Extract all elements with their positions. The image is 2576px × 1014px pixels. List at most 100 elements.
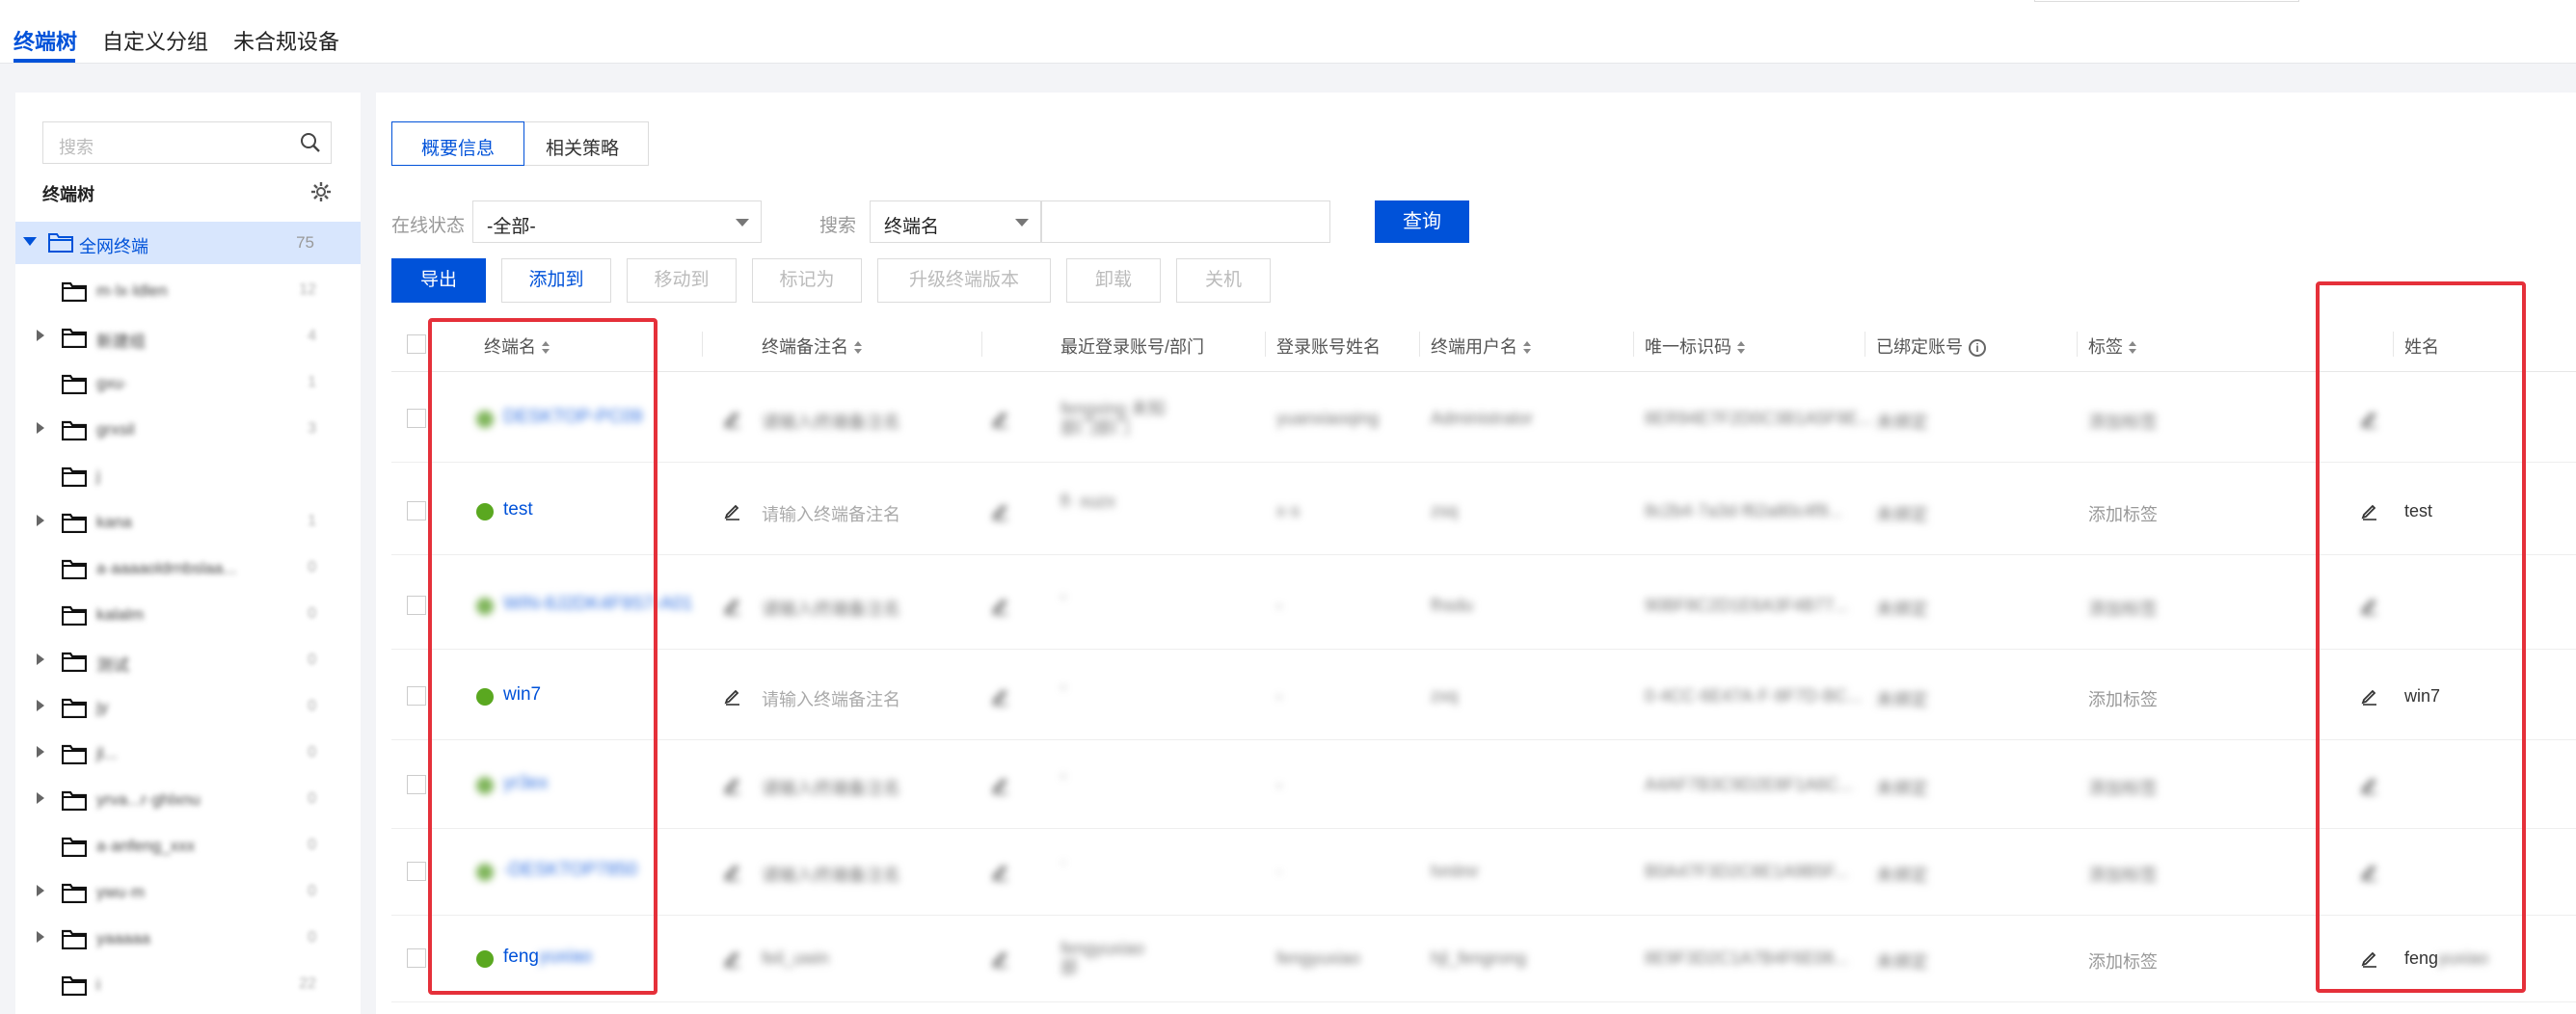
edit-icon[interactable] — [723, 862, 742, 881]
mark-as-button[interactable]: 标记为 — [752, 258, 862, 303]
row-checkbox[interactable] — [407, 862, 426, 881]
add-tag-link[interactable]: 添加标签 — [2088, 948, 2158, 974]
tree-item[interactable]: 新建组 4 — [15, 314, 361, 360]
edit-icon[interactable] — [723, 501, 742, 520]
shutdown-button[interactable]: 关机 — [1176, 258, 1271, 303]
edit-icon[interactable] — [723, 686, 742, 706]
tree-item[interactable]: yaaaaa 0 — [15, 916, 361, 962]
caret-right-icon[interactable] — [37, 792, 44, 804]
tree-item[interactable]: kana 1 — [15, 499, 361, 546]
edit-icon[interactable] — [723, 775, 742, 794]
caret-down-icon[interactable] — [23, 237, 37, 246]
edit-icon[interactable] — [991, 775, 1010, 794]
tab-noncompliant-devices[interactable]: 未合规设备 — [233, 25, 339, 56]
col-separator — [981, 332, 982, 357]
tree-item[interactable]: ywu·m 0 — [15, 869, 361, 916]
edit-icon[interactable] — [991, 686, 1010, 706]
search-input[interactable] — [1041, 200, 1330, 243]
tree-item-count: 0 — [308, 698, 316, 714]
subtab-overview[interactable]: 概要信息 — [391, 121, 525, 166]
select-all-checkbox[interactable] — [407, 334, 426, 354]
add-tag-link[interactable]: 添加标签 — [2088, 409, 2158, 434]
move-to-button[interactable]: 移动到 — [627, 258, 737, 303]
add-tag-link[interactable]: 添加标签 — [2088, 596, 2158, 621]
login-account-name: yuanxiaoqing — [1276, 409, 1380, 428]
gear-icon[interactable] — [310, 181, 332, 202]
tree-root-count: 75 — [296, 233, 314, 252]
add-tag-link[interactable]: 添加标签 — [2088, 775, 2158, 800]
edit-icon[interactable] — [723, 409, 742, 428]
caret-right-icon[interactable] — [37, 515, 44, 526]
caret-right-icon[interactable] — [37, 931, 44, 943]
add-tag-link[interactable]: 添加标签 — [2088, 501, 2158, 526]
caret-right-icon[interactable] — [37, 700, 44, 711]
search-field-value: 终端名 — [884, 217, 940, 237]
tree-item[interactable]: a·anfeng_xxx 0 — [15, 823, 361, 869]
add-tag-link[interactable]: 添加标签 — [2088, 862, 2158, 887]
tree-item[interactable]: jl... 0 — [15, 731, 361, 777]
tree-item-count: 0 — [308, 605, 316, 622]
tree-item[interactable]: a·aaaaoldrnbslaa... 0 — [15, 546, 361, 592]
status-select[interactable]: -全部- — [472, 200, 762, 243]
tree-item[interactable]: j — [15, 453, 361, 499]
caret-right-icon[interactable] — [37, 885, 44, 896]
caret-right-icon[interactable] — [37, 654, 44, 665]
edit-icon[interactable] — [991, 596, 1010, 615]
sidebar-search-input[interactable]: 搜索 — [42, 121, 332, 164]
table-row[interactable]: WIN-8J2DK4F9S7-A01 请输入终端备注名 - - fhsdu 90BF8C2… — [391, 561, 2576, 650]
edit-icon[interactable] — [991, 409, 1010, 428]
col-separator — [1633, 332, 1634, 357]
tree-root-all-terminals[interactable]: 全网终端 75 — [15, 222, 361, 264]
row-checkbox[interactable] — [407, 686, 426, 706]
search-field-select[interactable]: 终端名 — [870, 200, 1041, 243]
row-checkbox[interactable] — [407, 948, 426, 968]
subtab-related-policy[interactable]: 相关策略 — [517, 121, 650, 166]
unique-id: 90BF8C2D1E6A3F4B77... — [1645, 596, 1849, 615]
unique-id: 0·4CC·6E47A·F·8F7D·BC... — [1645, 686, 1863, 706]
col-terminal-user[interactable]: 终端用户名 — [1431, 334, 1531, 359]
row-checkbox[interactable] — [407, 775, 426, 794]
table-row[interactable]: win7 请输入终端备注名 - - zxq 0·4CC·6E47A·F·8F7D·BC..… — [391, 652, 2576, 740]
caret-right-icon[interactable] — [37, 746, 44, 758]
table-row[interactable]: yr3ex 请输入终端备注名 - - A4AF7B3C9D2E8F1A6C... 未绑定添… — [391, 740, 2576, 829]
tab-custom-group[interactable]: 自定义分组 — [102, 25, 208, 56]
tree-item[interactable]: gxu· 1 — [15, 360, 361, 407]
col-remark-name[interactable]: 终端备注名 — [762, 334, 862, 359]
login-account-name: x·s — [1276, 501, 1300, 520]
tree-item[interactable]: yrva...r·ghlxnu 0 — [15, 777, 361, 823]
login-account-name: · — [1276, 862, 1282, 881]
tree-item[interactable]: jy 0 — [15, 684, 361, 731]
tree-item[interactable]: grxsil 3 — [15, 407, 361, 453]
tab-terminal-tree[interactable]: 终端树 — [13, 25, 77, 56]
edit-icon[interactable] — [991, 501, 1010, 520]
edit-icon[interactable] — [991, 948, 1010, 968]
tree-item[interactable]: i 22 — [15, 962, 361, 1008]
col-unique-id[interactable]: 唯一标识码 — [1645, 334, 1745, 359]
table-row[interactable]: -DESKTOP7850 请输入终端备注名 · · hmlmr B0A47F3D2C8E1… — [391, 827, 2576, 916]
row-checkbox[interactable] — [407, 596, 426, 615]
edit-icon[interactable] — [723, 596, 742, 615]
uninstall-button[interactable]: 卸载 — [1066, 258, 1161, 303]
add-to-button[interactable]: 添加到 — [501, 258, 611, 303]
table-row[interactable]: DESKTOP-PC09 请输入终端备注名 fengxing 未知部门部门 yuanx… — [391, 374, 2576, 463]
tree-item[interactable]: 测试 0 — [15, 638, 361, 684]
chevron-down-icon — [1015, 219, 1029, 227]
tree-item[interactable]: kalalm 0 — [15, 592, 361, 638]
add-tag-link[interactable]: 添加标签 — [2088, 686, 2158, 711]
row-checkbox[interactable] — [407, 501, 426, 520]
caret-right-icon[interactable] — [37, 422, 44, 434]
export-button[interactable]: 导出 — [391, 258, 486, 303]
tree-item[interactable]: m·lx·ldlen 12 — [15, 268, 361, 314]
query-button[interactable]: 查询 — [1375, 200, 1469, 243]
caret-right-icon[interactable] — [37, 330, 44, 341]
table-row[interactable]: fengyuxiao feil_uwin fengyuxiao 部 fengyuxia… — [391, 914, 2576, 1002]
edit-icon[interactable] — [991, 862, 1010, 881]
row-checkbox[interactable] — [407, 409, 426, 428]
search-icon[interactable] — [300, 132, 321, 153]
col-tags[interactable]: 标签 — [2088, 334, 2136, 359]
upgrade-version-button[interactable]: 升级终端版本 — [877, 258, 1051, 303]
tree-item-label: i — [96, 975, 100, 994]
tree-item-label: jl... — [96, 744, 118, 762]
edit-icon[interactable] — [723, 948, 742, 968]
table-row[interactable]: test 请输入终端备注名 fl· xuzx x·s zsq 8c2b4·7a3d·f62… — [391, 467, 2576, 555]
